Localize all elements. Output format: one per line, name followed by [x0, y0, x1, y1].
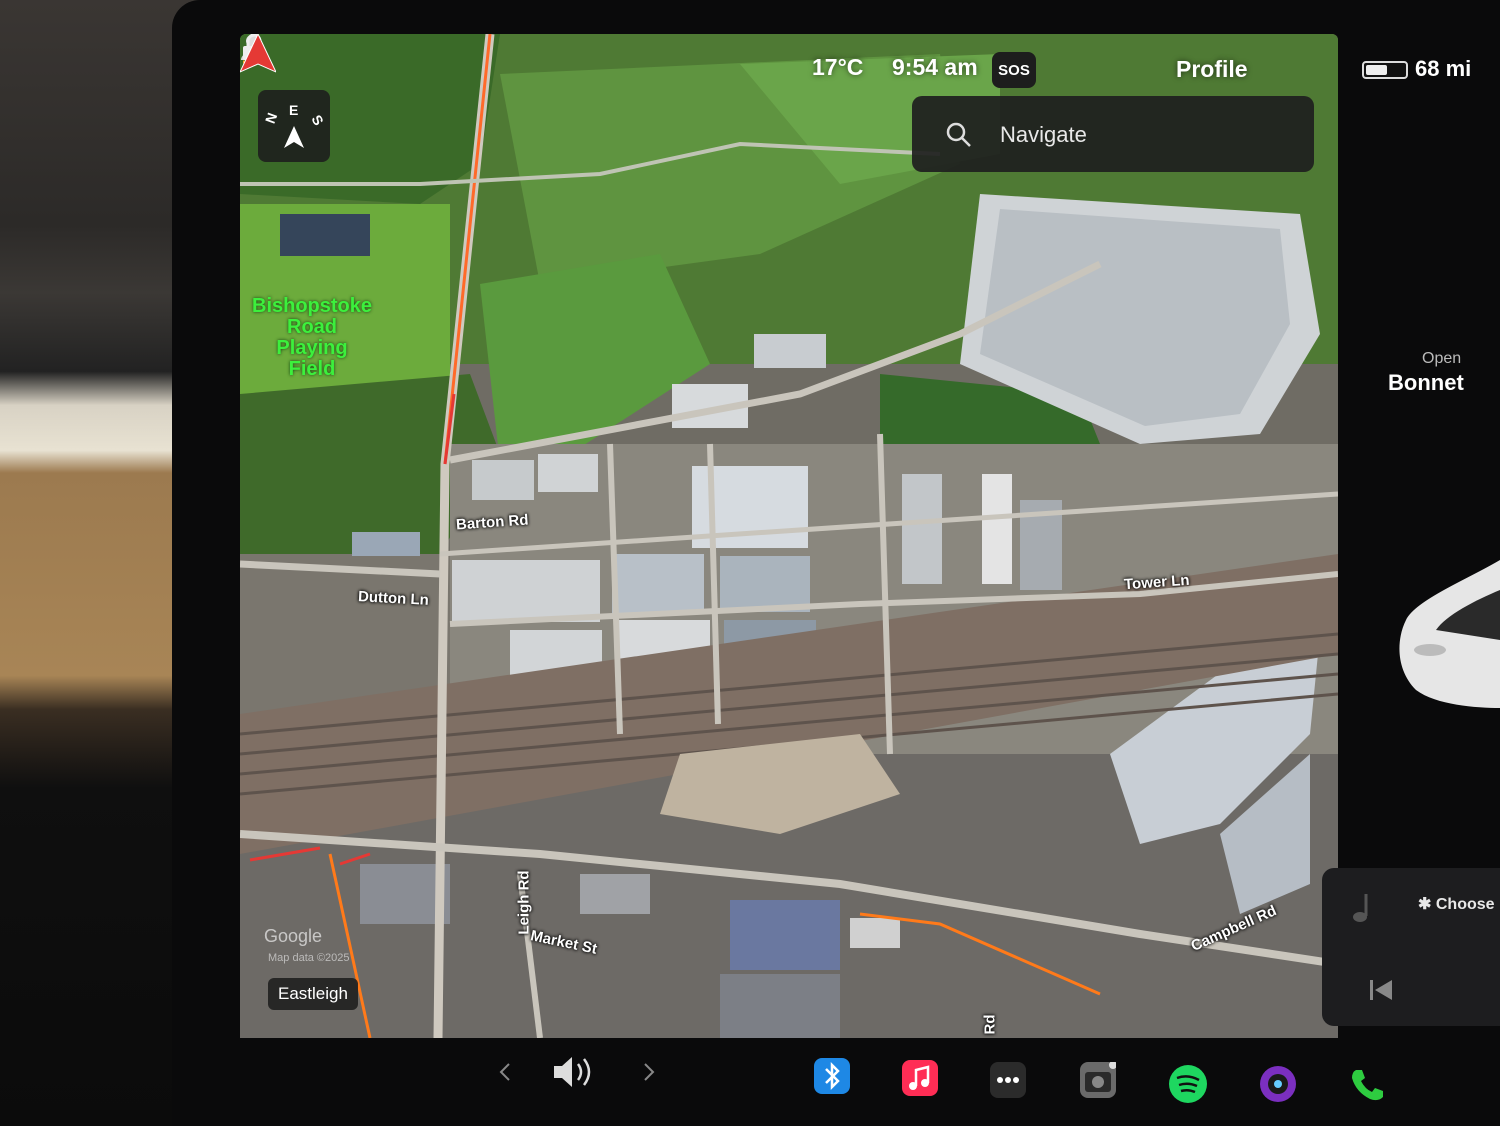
compass-south-label: S	[308, 111, 327, 129]
street-label-dutton: Dutton Ln	[357, 588, 430, 609]
battery-fill	[1366, 65, 1387, 75]
chevron-right-icon[interactable]	[642, 1062, 656, 1082]
bluetooth-choose-button[interactable]: ✱ Choose	[1418, 894, 1495, 914]
music-icon[interactable]	[902, 1060, 938, 1096]
poi-line-2: Road	[287, 316, 337, 338]
poi-line-3: Playing Field	[276, 337, 348, 380]
spotify-icon[interactable]	[1168, 1064, 1208, 1104]
chevron-left-icon[interactable]	[498, 1062, 512, 1082]
heading-arrow-icon	[284, 126, 304, 148]
media-player-card[interactable]	[1322, 868, 1500, 1026]
sos-label: SOS	[998, 61, 1030, 79]
street-label-rd: Rd	[981, 1014, 999, 1035]
profile-label[interactable]: Profile	[1176, 56, 1248, 83]
street-label-leigh: Leigh Rd	[515, 870, 533, 935]
temperature: 17°C	[812, 54, 864, 80]
status-bar: 17°C 9:54 am SOS Profile	[240, 34, 1338, 94]
clock: 9:54 am	[892, 54, 978, 80]
compass-east-label: E	[289, 102, 299, 118]
vehicle-illustration	[1399, 560, 1500, 708]
map-view[interactable]: 17°C 9:54 am SOS Profile N E S Navigate	[240, 34, 1338, 1038]
open-bonnet-button[interactable]: Bonnet	[1388, 370, 1464, 396]
more-icon[interactable]	[990, 1062, 1026, 1098]
dashcam-icon[interactable]	[1258, 1064, 1298, 1104]
compass-north-label: N	[261, 110, 281, 126]
search-icon	[946, 122, 971, 147]
previous-track-icon[interactable]	[1368, 978, 1394, 1002]
battery-icon	[1362, 61, 1408, 79]
poi-line-1: Bishopstoke	[252, 295, 373, 317]
bluetooth-icon[interactable]	[814, 1058, 850, 1094]
volume-icon[interactable]	[552, 1054, 598, 1090]
navigate-search-box[interactable]: Navigate	[912, 96, 1314, 172]
choose-label: Choose	[1435, 896, 1495, 913]
sos-button[interactable]: SOS	[992, 52, 1036, 88]
range-readout: 68 mi	[1415, 56, 1472, 81]
google-attribution: Google	[264, 926, 323, 946]
map-data-attribution: Map data ©2025	[268, 952, 350, 964]
vehicle-position-icon	[240, 34, 276, 73]
music-note-icon	[1353, 894, 1368, 922]
poi-playing-field[interactable]: Bishopstoke Road Playing Field	[252, 296, 372, 380]
satellite-map	[240, 34, 1338, 1038]
city-label: Eastleigh	[268, 978, 358, 1010]
car-interior-left	[0, 0, 200, 1126]
phone-icon[interactable]	[1348, 1066, 1386, 1104]
compass-button[interactable]: N E S	[258, 90, 330, 162]
open-label: Open	[1422, 350, 1462, 367]
camera-icon[interactable]	[1080, 1061, 1117, 1098]
navigate-placeholder: Navigate	[1000, 122, 1087, 147]
